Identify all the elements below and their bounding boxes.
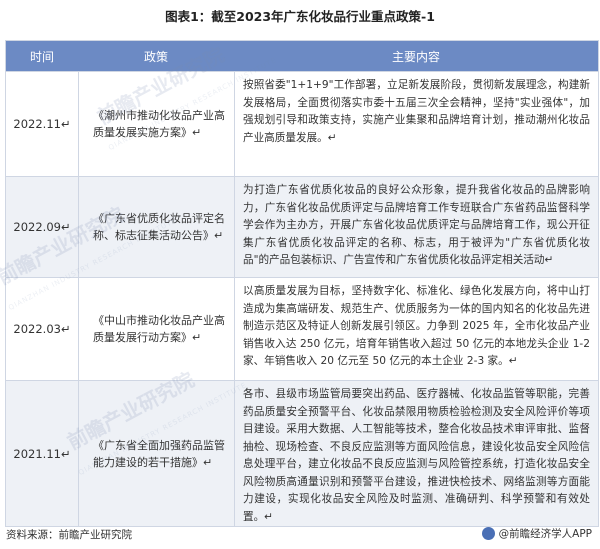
row-content: 为打造广东省优质化妆品的良好公众形象，提升我省化妆品的品牌影响力，广东省化妆品优…: [234, 177, 598, 277]
table-row: 2022.03↵ 《中山市推动化妆品产业高质量发展行动方案》↵ 以高质量发展为目…: [6, 277, 598, 380]
header-time: 时间: [29, 49, 54, 64]
row-time: 2022.11↵: [13, 117, 71, 131]
row-policy: 《广东省全面加强药品监管能力建设的若干措施》↵: [78, 381, 234, 526]
row-content: 按照省委"1+1+9"工作部署，立足新发展阶段，贯彻新发展理念，构建新发展格局，…: [234, 72, 598, 176]
brand-mark: @前瞻经济学人APP: [481, 526, 592, 541]
table-row: 2022.11↵ 《潮州市推动化妆品产业高质量发展实施方案》↵ 按照省委"1+1…: [6, 71, 598, 176]
header-content: 主要内容: [391, 49, 440, 64]
header-policy: 政策: [143, 49, 168, 64]
table-header: 时间 政策 主要内容: [6, 41, 598, 71]
brand-label: @前瞻经济学人APP: [498, 528, 592, 540]
row-policy: 《广东省优质化妆品评定名称、标志征集活动公告》↵: [78, 177, 234, 277]
brand-logo-icon: [481, 527, 495, 540]
source-note: 资料来源：前瞻产业研究院: [6, 529, 132, 541]
row-content: 以高质量发展为目标，坚持数字化、标准化、绿色化发展方向，将中山打造成为集高端研发…: [234, 278, 598, 380]
table-row: 2022.09↵ 《广东省优质化妆品评定名称、标志征集活动公告》↵ 为打造广东省…: [6, 176, 598, 277]
row-content: 各市、县级市场监管局要突出药品、医疗器械、化妆品监管等职能，完善药品质量安全预警…: [234, 381, 598, 526]
row-time: 2022.09↵: [13, 220, 71, 234]
row-time: 2022.03↵: [13, 322, 71, 336]
policy-table: 时间 政策 主要内容 2022.11↵ 《潮州市推动化妆品产业高质量发展实施方案…: [5, 40, 599, 527]
row-policy: 《中山市推动化妆品产业高质量发展行动方案》↵: [78, 278, 234, 380]
chart-title: 图表1：截至2023年广东化妆品行业重点政策-1: [165, 9, 435, 24]
table-row: 2021.11↵ 《广东省全面加强药品监管能力建设的若干措施》↵ 各市、县级市场…: [6, 380, 598, 526]
row-time: 2021.11↵: [13, 446, 71, 461]
row-policy: 《潮州市推动化妆品产业高质量发展实施方案》↵: [78, 72, 234, 176]
